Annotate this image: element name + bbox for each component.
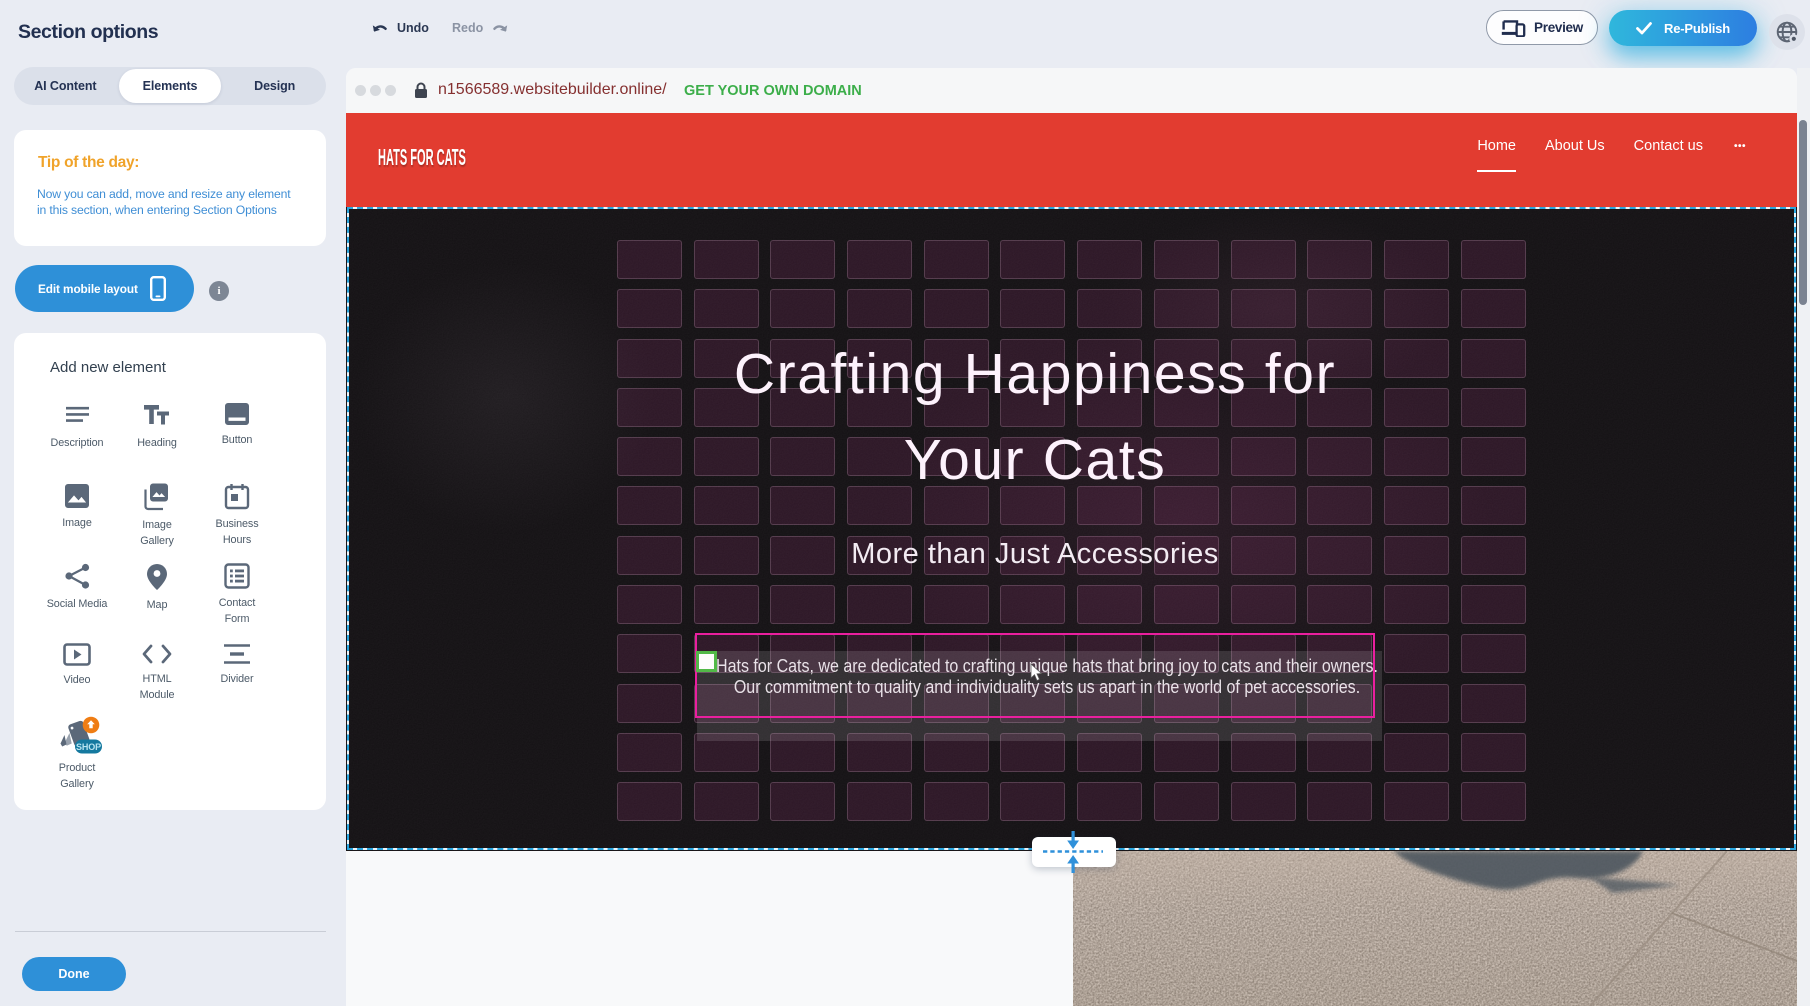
- svg-text:SHOP: SHOP: [76, 742, 101, 752]
